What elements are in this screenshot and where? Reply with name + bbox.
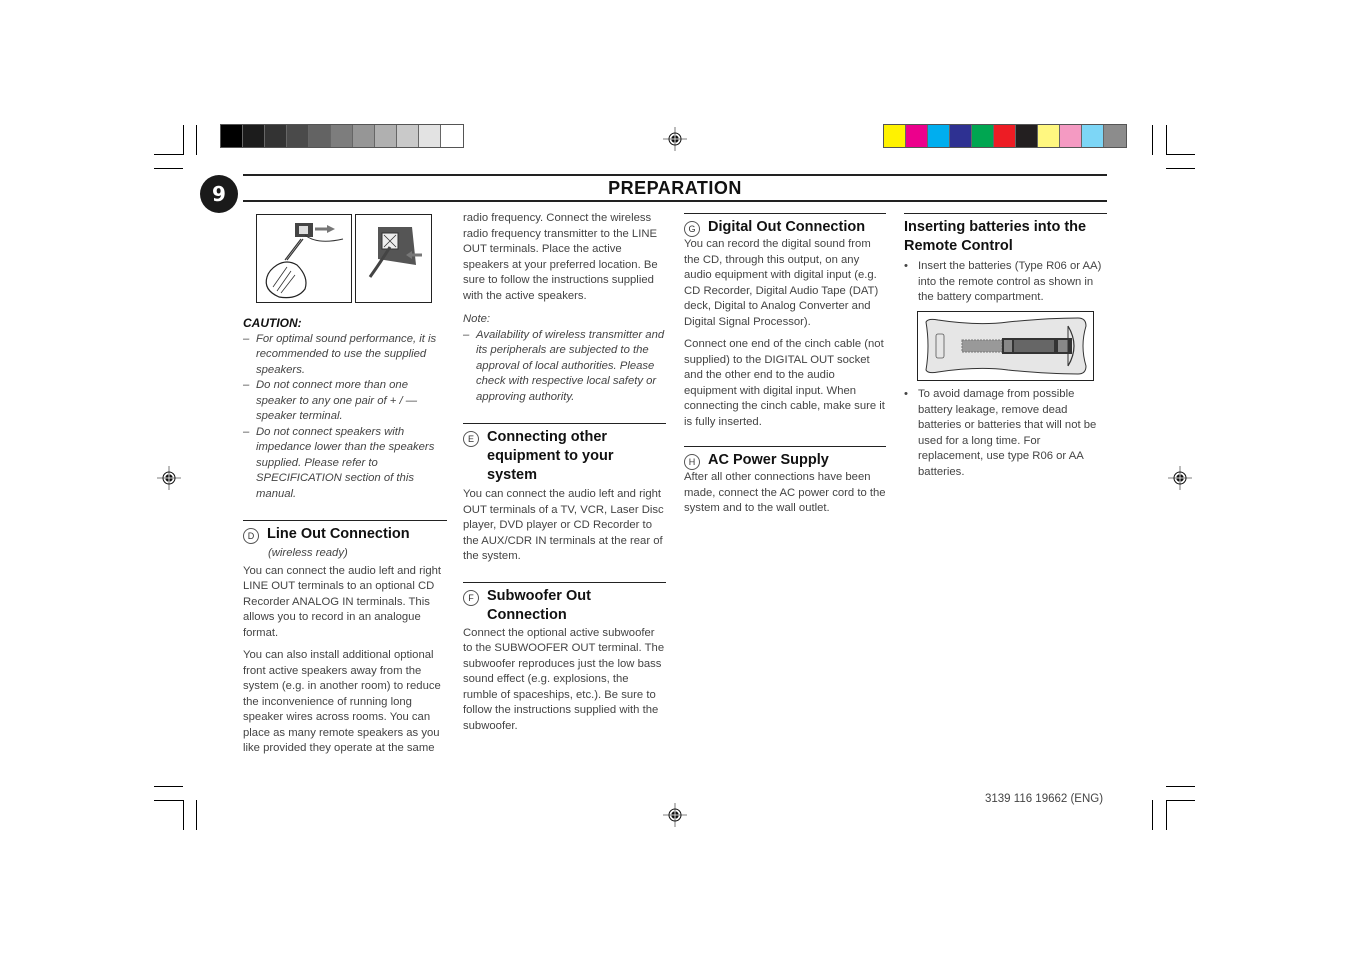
section-letter-icon: D (243, 528, 259, 544)
caution-item: – Do not connect more than one speaker to… (243, 379, 418, 422)
color-calibration-bar (883, 124, 1127, 148)
paragraph: Connect the optional active subwoofer to… (463, 626, 665, 732)
color-swatch (1082, 125, 1104, 147)
bullet-item: • To avoid damage from possible battery l… (904, 388, 1097, 478)
section-heading: Inserting batteries into the Remote Cont… (904, 219, 1087, 254)
column-1: CAUTION: – For optimal sound performance,… (243, 316, 447, 764)
section-subtitle: (wireless ready) (268, 547, 348, 559)
section-digital-out: G Digital Out Connection You can record … (684, 213, 886, 430)
gray-swatch (441, 125, 463, 147)
remote-battery-compartment-illustration (917, 311, 1094, 381)
gray-swatch (419, 125, 441, 147)
section-letter-icon: F (463, 589, 479, 606)
document-code: 3139 116 19662 (ENG) (985, 793, 1104, 805)
column-2: radio frequency. Connect the wireless ra… (463, 211, 666, 741)
caution-item: – For optimal sound performance, it is re… (243, 332, 437, 376)
section-heading: E Connecting other equipment to your sys… (463, 428, 666, 485)
color-swatch (884, 125, 906, 147)
paragraph: You can also install additional optional… (243, 649, 441, 754)
column-4-lower: • To avoid damage from possible battery l… (904, 387, 1107, 480)
note-item: – Availability of wireless transmitter an… (463, 328, 665, 403)
gray-swatch (353, 125, 375, 147)
caution-item: – Do not connect speakers with impedance … (243, 425, 435, 500)
section-line-out: D Line Out Connection (wireless ready) Y… (243, 520, 447, 757)
paragraph: Connect one end of the cinch cable (not … (684, 338, 885, 428)
gray-swatch (221, 125, 243, 147)
color-swatch (906, 125, 928, 147)
color-swatch (1016, 125, 1038, 147)
paragraph-continued: radio frequency. Connect the wireless ra… (463, 212, 658, 302)
gray-swatch (331, 125, 353, 147)
note-label: Note: (463, 313, 491, 325)
speaker-wire-insert-illustration (256, 214, 352, 303)
gray-swatch (309, 125, 331, 147)
page-number-badge: 9 (200, 175, 238, 213)
column-4: Inserting batteries into the Remote Cont… (904, 207, 1107, 306)
color-swatch (950, 125, 972, 147)
section-letter-icon: E (463, 431, 479, 447)
paragraph: After all other connections have been ma… (684, 471, 886, 514)
registration-mark-icon (157, 466, 181, 490)
section-connecting-other: E Connecting other equipment to your sys… (463, 423, 666, 565)
caution-list: – For optimal sound performance, it is re… (243, 332, 447, 503)
speaker-terminal-illustration (355, 214, 432, 303)
color-swatch (1060, 125, 1082, 147)
section-letter-icon: G (684, 221, 700, 237)
section-heading: H AC Power Supply (684, 451, 886, 470)
section-subwoofer: F Subwoofer Out Connection Connect the o… (463, 581, 666, 735)
registration-mark-icon (1168, 466, 1192, 490)
color-swatch (972, 125, 994, 147)
color-swatch (994, 125, 1016, 147)
color-swatch (1038, 125, 1060, 147)
gray-swatch (375, 125, 397, 147)
section-ac-power: H AC Power Supply After all other connec… (684, 446, 886, 517)
paragraph: You can connect the audio left and right… (243, 564, 442, 639)
registration-mark-icon (663, 127, 687, 151)
gray-swatch (243, 125, 265, 147)
section-letter-icon: H (684, 454, 700, 470)
color-swatch (928, 125, 950, 147)
bullet-item: • Insert the batteries (Type R06 or AA) i… (904, 260, 1102, 303)
registration-mark-icon (663, 803, 687, 827)
color-swatch (1104, 125, 1126, 147)
gray-swatch (397, 125, 419, 147)
caution-title: CAUTION: (243, 316, 302, 330)
column-3: G Digital Out Connection You can record … (684, 207, 886, 524)
gray-swatch (265, 125, 287, 147)
gray-swatch (287, 125, 309, 147)
section-heading: G Digital Out Connection (684, 218, 886, 237)
page-title: PREPARATION (243, 174, 1107, 202)
paragraph: You can record the digital sound from th… (684, 238, 879, 328)
grayscale-calibration-bar (220, 124, 464, 148)
section-batteries: Inserting batteries into the Remote Cont… (904, 213, 1107, 306)
section-heading: D Line Out Connection (243, 525, 447, 544)
paragraph: You can connect the audio left and right… (463, 488, 664, 562)
section-heading: F Subwoofer Out Connection (463, 587, 666, 625)
